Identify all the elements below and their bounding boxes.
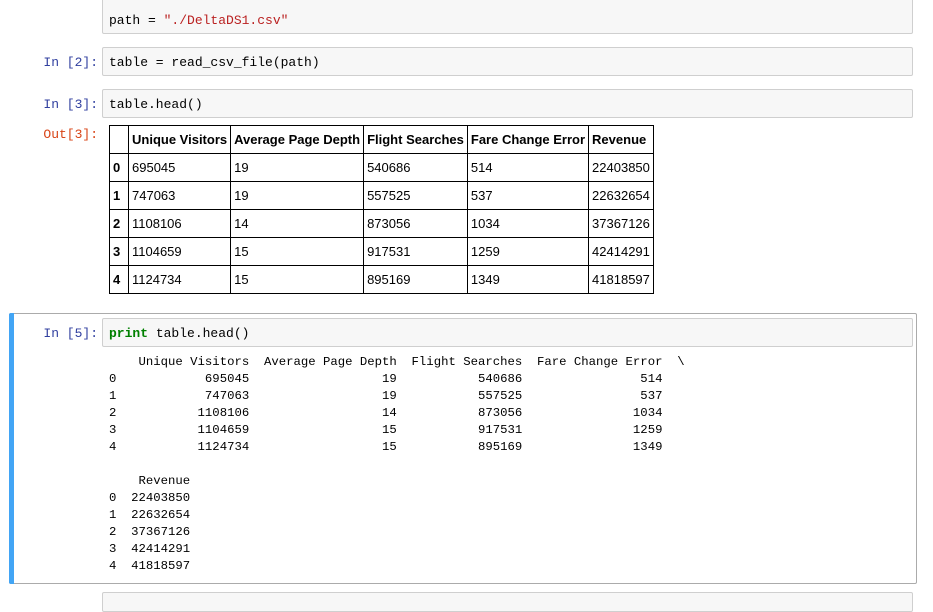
code-keyword: print (109, 326, 149, 341)
dataframe-table: Unique Visitors Average Page Depth Fligh… (109, 125, 654, 294)
row-index: 4 (109, 265, 129, 294)
input-prompt: In [2]: (43, 55, 98, 70)
column-header: Unique Visitors (127, 125, 232, 154)
table-cell: 540686 (363, 153, 468, 182)
code-string-literal: "./DeltaDS1.csv" (163, 13, 289, 28)
table-cell: 14 (230, 209, 365, 238)
table-row: 3 1104659 15 917531 1259 42414291 (109, 237, 654, 266)
row-index: 2 (109, 209, 129, 238)
table-cell: 1034 (466, 209, 590, 238)
column-header: Average Page Depth (230, 125, 365, 154)
code-cell-table-head[interactable]: table.head() (102, 89, 913, 118)
table-cell: 557525 (363, 181, 468, 210)
table-row: 0 695045 19 540686 514 22403850 (109, 153, 654, 182)
table-cell: 514 (466, 153, 590, 182)
row-index: 1 (109, 181, 129, 210)
table-cell: 19 (230, 153, 365, 182)
table-row: 1 747063 19 557525 537 22632654 (109, 181, 654, 210)
table-cell: 22403850 (588, 153, 654, 182)
table-cell: 1349 (466, 265, 590, 294)
code-text: table = read_csv_file(path) (109, 55, 320, 70)
column-header: Revenue (588, 125, 654, 154)
code-text: table.head() (148, 326, 250, 341)
table-cell: 15 (230, 237, 365, 266)
table-cell: 1124734 (127, 265, 232, 294)
table-cell: 917531 (363, 237, 468, 266)
table-cell: 42414291 (588, 237, 654, 266)
code-text: path = (109, 13, 164, 28)
column-header: Fare Change Error (466, 125, 590, 154)
index-header (109, 125, 129, 154)
print-output-block-1: Unique Visitors Average Page Depth Fligh… (109, 355, 685, 454)
input-prompt: In [5]: (43, 326, 98, 341)
table-header-row: Unique Visitors Average Page Depth Fligh… (109, 125, 654, 154)
table-cell: 695045 (127, 153, 232, 182)
table-cell: 537 (466, 181, 590, 210)
selected-cell-indicator (9, 313, 14, 584)
table-cell: 37367126 (588, 209, 654, 238)
row-index: 0 (109, 153, 129, 182)
column-header: Flight Searches (363, 125, 468, 154)
print-output-block-2: Revenue 0 22403850 1 22632654 2 37367126… (109, 474, 191, 573)
table-cell: 15 (230, 265, 365, 294)
table-cell: 19 (230, 181, 365, 210)
code-cell-print-head[interactable]: print table.head() (102, 318, 913, 347)
code-cell-read-csv[interactable]: table = read_csv_file(path) (102, 47, 913, 76)
code-cell-next[interactable] (102, 592, 913, 612)
table-cell: 22632654 (588, 181, 654, 210)
table-cell: 1259 (466, 237, 590, 266)
output-prompt: Out[3]: (43, 127, 98, 142)
table-row: 2 1108106 14 873056 1034 37367126 (109, 209, 654, 238)
input-prompt: In [3]: (43, 97, 98, 112)
table-cell: 747063 (127, 181, 232, 210)
table-cell: 895169 (363, 265, 468, 294)
row-index: 3 (109, 237, 129, 266)
table-cell: 41818597 (588, 265, 654, 294)
table-cell: 1104659 (127, 237, 232, 266)
table-row: 4 1124734 15 895169 1349 41818597 (109, 265, 654, 294)
code-cell-path[interactable]: path = "./DeltaDS1.csv" (102, 0, 913, 34)
code-text: table.head() (109, 97, 203, 112)
table-cell: 1108106 (127, 209, 232, 238)
table-cell: 873056 (363, 209, 468, 238)
